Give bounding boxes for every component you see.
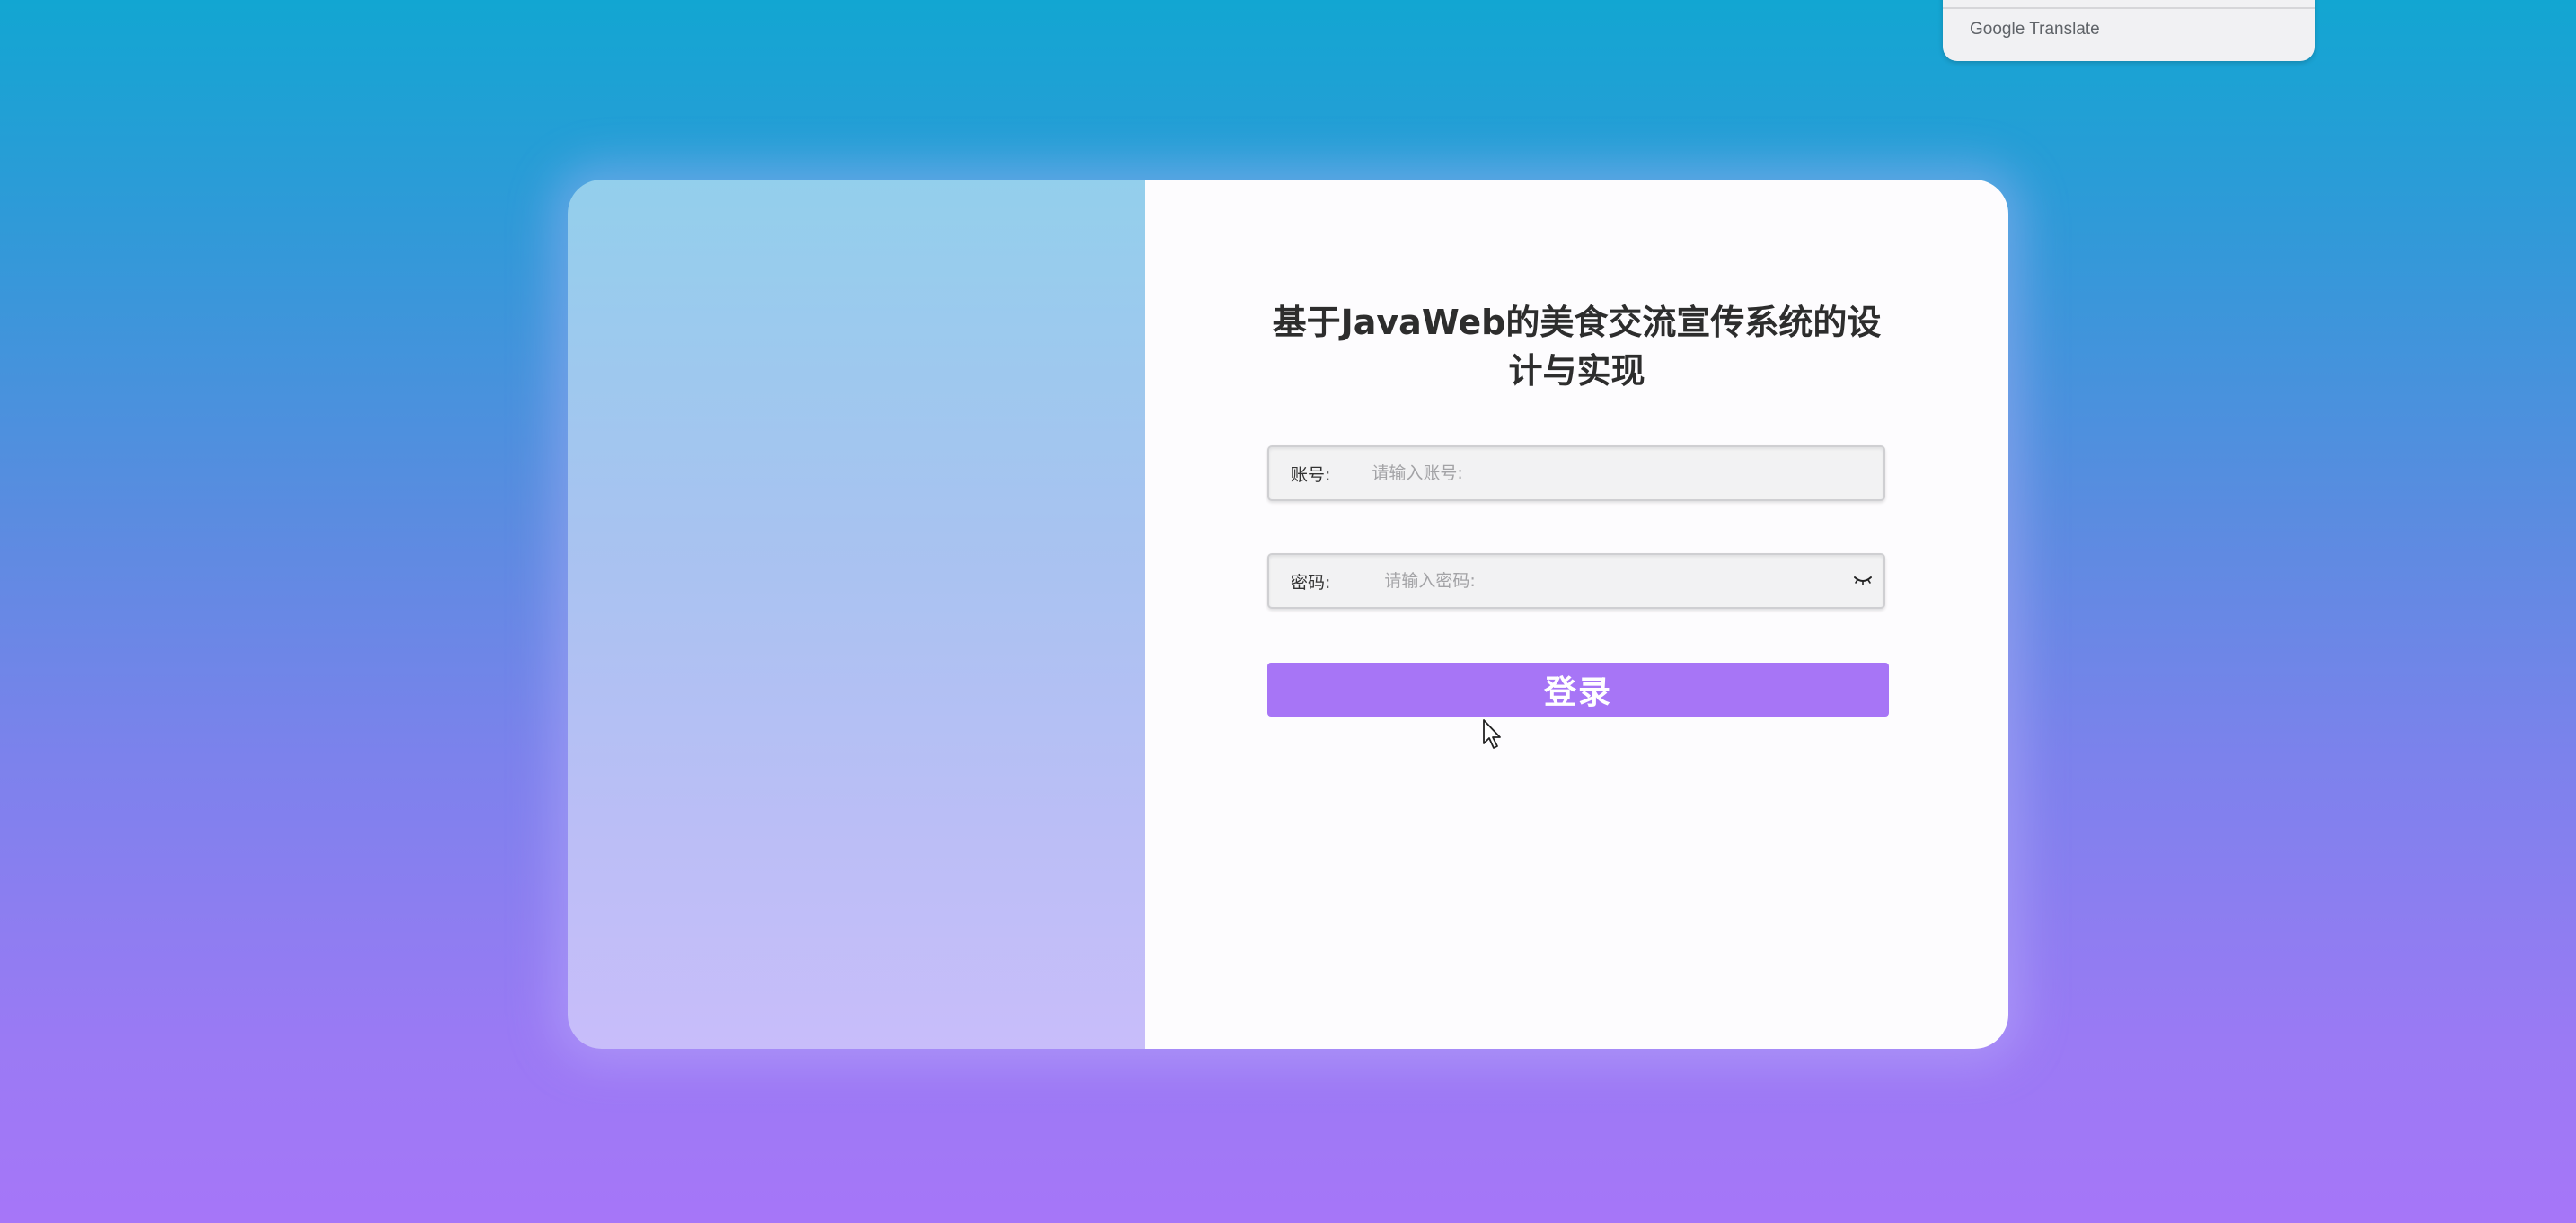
google-translate-brand[interactable]: Google Translate <box>1970 20 2100 40</box>
password-label: 密码: <box>1291 572 1331 593</box>
login-button[interactable]: 登录 <box>1267 663 1889 717</box>
page-title: 基于JavaWeb的美食交流宣传系统的设计与实现 <box>1272 303 1882 391</box>
password-input[interactable] <box>1330 555 1851 607</box>
brand-google-text: Google <box>1970 20 2025 39</box>
account-input[interactable] <box>1330 447 1883 499</box>
card-decorative-panel <box>568 180 1145 1049</box>
login-card: 基于JavaWeb的美食交流宣传系统的设计与实现 账号: 密码: 登录 <box>568 180 2008 1049</box>
login-form-panel: 基于JavaWeb的美食交流宣传系统的设计与实现 账号: 密码: 登录 <box>1145 180 2008 1049</box>
mouse-pointer-icon <box>1482 718 1505 751</box>
account-label: 账号: <box>1291 464 1331 485</box>
password-field[interactable]: 密码: <box>1267 553 1885 609</box>
google-translate-popup: Google Translate <box>1943 0 2315 61</box>
brand-translate-text: Translate <box>2029 20 2100 39</box>
eye-closed-icon[interactable] <box>1851 569 1875 593</box>
account-field[interactable]: 账号: <box>1267 445 1885 501</box>
popup-divider <box>1943 7 2315 9</box>
